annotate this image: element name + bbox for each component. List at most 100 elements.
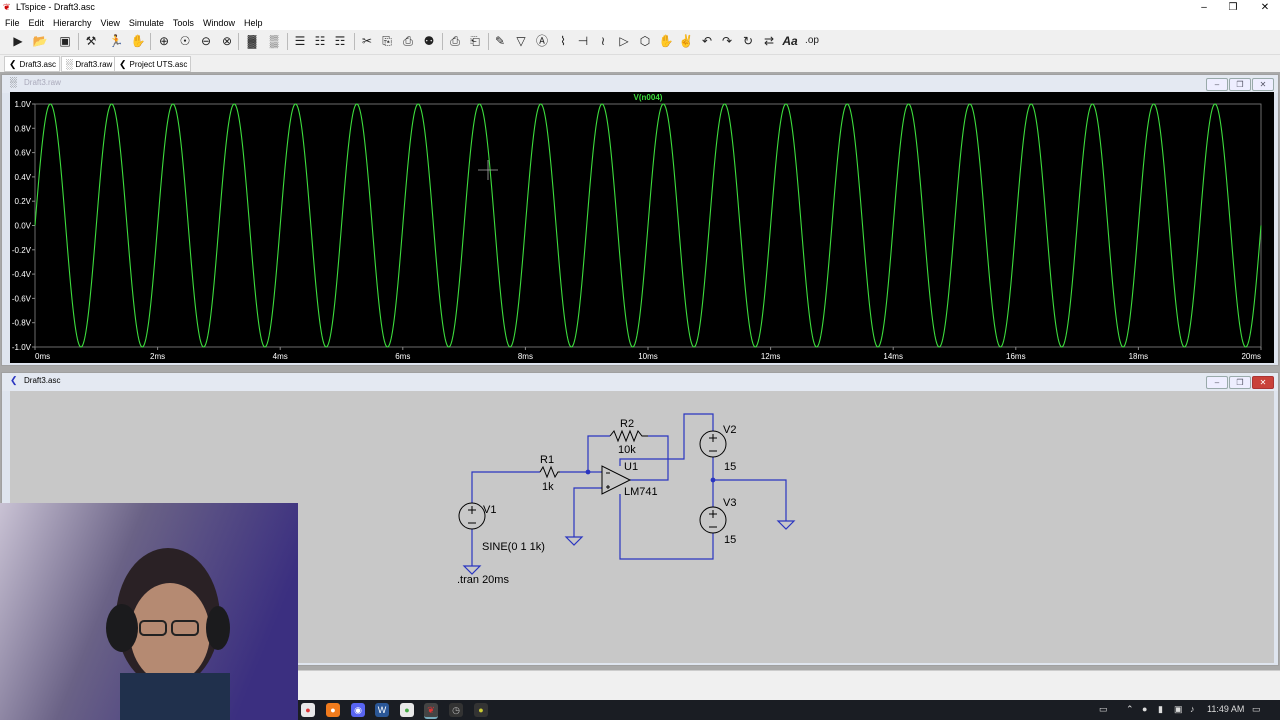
notification-icon[interactable]: ▭	[1252, 704, 1261, 715]
tile-vertical-icon[interactable]: ☷	[311, 32, 329, 50]
restore-icon[interactable]: ❒	[1229, 376, 1251, 389]
u1-model[interactable]: LM741	[624, 486, 658, 498]
tray-app-icon[interactable]: ●	[1142, 704, 1147, 714]
menu-help[interactable]: Help	[239, 16, 267, 28]
label-net-icon[interactable]: Ⓐ	[533, 32, 551, 50]
inductor-icon[interactable]: ≀	[594, 32, 612, 50]
menu-window[interactable]: Window	[198, 16, 239, 28]
drag-icon[interactable]: ✌	[677, 32, 695, 50]
minimize-icon[interactable]: –	[1206, 78, 1228, 91]
text-tool-icon[interactable]: Aa	[781, 32, 799, 50]
menu-view[interactable]: View	[96, 16, 124, 28]
clock-app-icon[interactable]: ◷	[449, 703, 463, 717]
new-schematic-icon[interactable]: ▶	[9, 32, 27, 50]
v1-value[interactable]: SINE(0 1 1k)	[482, 541, 545, 553]
menu-file[interactable]: File	[0, 16, 24, 28]
r2-value[interactable]: 10k	[618, 444, 636, 456]
ground-icon[interactable]: ▽	[512, 32, 530, 50]
waveform-chart[interactable]: 1.0V 0.8V 0.6V 0.4V 0.2V 0.0V -0.2V -0.4V -0.6V -…	[10, 92, 1274, 363]
u1-name[interactable]: U1	[624, 461, 638, 473]
word-icon[interactable]: W	[375, 703, 389, 717]
voltage-source-v3[interactable]	[699, 506, 727, 534]
tile-horizontal-icon[interactable]: ☰	[291, 32, 309, 50]
diode-icon[interactable]: ▷	[615, 32, 633, 50]
tab-draft3-raw[interactable]: ░ Draft3.raw	[61, 56, 117, 72]
restore-icon[interactable]: ❒	[1218, 0, 1248, 15]
waveform-icon: ░	[66, 59, 73, 69]
menu-simulate[interactable]: Simulate	[124, 16, 168, 28]
v3-name[interactable]: V3	[723, 497, 736, 509]
control-panel-icon[interactable]: ⚒	[82, 32, 100, 50]
tray-clock[interactable]: 11:49 AM	[1207, 704, 1244, 714]
r1-name[interactable]: R1	[540, 454, 554, 466]
v3-value[interactable]: 15	[724, 534, 736, 546]
v2-name[interactable]: V2	[723, 424, 736, 436]
chrome-icon[interactable]: ●	[400, 703, 414, 717]
x-tick-label: 2ms	[150, 352, 165, 361]
print-preview-icon[interactable]: ⎗	[466, 32, 484, 50]
open-icon[interactable]: 📂	[31, 32, 49, 50]
cascade-icon[interactable]: ☶	[331, 32, 349, 50]
tray-mic-icon[interactable]: ▮	[1158, 704, 1163, 715]
chrome-icon[interactable]: ●	[301, 703, 315, 717]
resistor-r2[interactable]	[609, 429, 648, 443]
waveform-plot[interactable]: 1.0V 0.8V 0.6V 0.4V 0.2V 0.0V -0.2V -0.4V -0.6V -…	[10, 92, 1274, 363]
schematic-window-title: Draft3.asc	[24, 376, 61, 385]
waveform-window: ░ Draft3.raw – ❒ ✕ 1.0V 0.8V 0.6V 0.4V 0.2V 0…	[1, 74, 1279, 366]
tab-draft3-asc[interactable]: ❮ Draft3.asc	[4, 56, 61, 72]
minimize-icon[interactable]: –	[1189, 0, 1219, 15]
rotate-icon[interactable]: ↻	[739, 32, 757, 50]
menu-hierarchy[interactable]: Hierarchy	[48, 16, 96, 28]
print-icon[interactable]: ⎙	[446, 32, 464, 50]
app-icon[interactable]: ●	[474, 703, 488, 717]
draw-wire-icon[interactable]: ✎	[491, 32, 509, 50]
y-tick-label: -0.6V	[12, 294, 32, 303]
spice-directive-tran[interactable]: .tran 20ms	[457, 574, 509, 586]
run-icon[interactable]: 🏃	[107, 32, 125, 50]
copy-icon[interactable]: ⎘	[378, 32, 396, 50]
restore-icon[interactable]: ❒	[1229, 78, 1251, 91]
redo-icon[interactable]: ↷	[718, 32, 736, 50]
spice-directive-icon[interactable]: .op	[802, 32, 822, 50]
discord-icon[interactable]: ◉	[351, 703, 365, 717]
capacitor-icon[interactable]: ⊣	[574, 32, 592, 50]
close-icon[interactable]: ✕	[1252, 376, 1274, 389]
zoom-full-icon[interactable]: ⊗	[218, 32, 236, 50]
tab-project-uts-asc[interactable]: ❮ Project UTS.asc	[114, 56, 192, 72]
undo-icon[interactable]: ↶	[698, 32, 716, 50]
menu-tools[interactable]: Tools	[168, 16, 198, 28]
tray-volume-icon[interactable]: ♪	[1190, 704, 1195, 714]
y-tick-label: -0.4V	[12, 270, 32, 279]
grid-icon[interactable]: ▒	[265, 32, 283, 50]
trace-label[interactable]: V(n004)	[634, 93, 663, 102]
r1-value[interactable]: 1k	[542, 481, 554, 493]
pan-icon[interactable]: ☉	[176, 32, 194, 50]
firefox-icon[interactable]: ●	[326, 703, 340, 717]
save-icon[interactable]: ▣	[56, 32, 74, 50]
tray-expand-icon[interactable]: ⌃	[1126, 704, 1134, 715]
y-tick-label: 0.0V	[15, 222, 32, 231]
autorange-icon[interactable]: ▓	[243, 32, 261, 50]
zoom-in-icon[interactable]: ⊕	[155, 32, 173, 50]
resistor-icon[interactable]: ⌇	[554, 32, 572, 50]
move-icon[interactable]: ✋	[657, 32, 675, 50]
find-icon[interactable]: ⚉	[420, 32, 438, 50]
close-icon[interactable]: ✕	[1250, 0, 1280, 15]
tray-network-icon[interactable]: ▣	[1174, 704, 1183, 715]
component-icon[interactable]: ⬡	[636, 32, 654, 50]
v2-value[interactable]: 15	[724, 461, 736, 473]
close-icon[interactable]: ✕	[1252, 78, 1274, 91]
minimize-icon[interactable]: –	[1206, 376, 1228, 389]
paste-icon[interactable]: ⎙	[399, 32, 417, 50]
halt-icon[interactable]: ✋	[129, 32, 147, 50]
menu-edit[interactable]: Edit	[24, 16, 49, 28]
r2-name[interactable]: R2	[620, 418, 634, 430]
voltage-source-v1[interactable]	[458, 502, 486, 530]
v1-name[interactable]: V1	[483, 504, 496, 516]
resistor-r1[interactable]	[539, 465, 560, 479]
cut-icon[interactable]: ✂	[358, 32, 376, 50]
zoom-out-icon[interactable]: ⊖	[197, 32, 215, 50]
mirror-icon[interactable]: ⇄	[760, 32, 778, 50]
ltspice-taskbar-icon[interactable]: ❦	[424, 703, 438, 719]
tray-battery-icon[interactable]: ▭	[1099, 704, 1108, 715]
